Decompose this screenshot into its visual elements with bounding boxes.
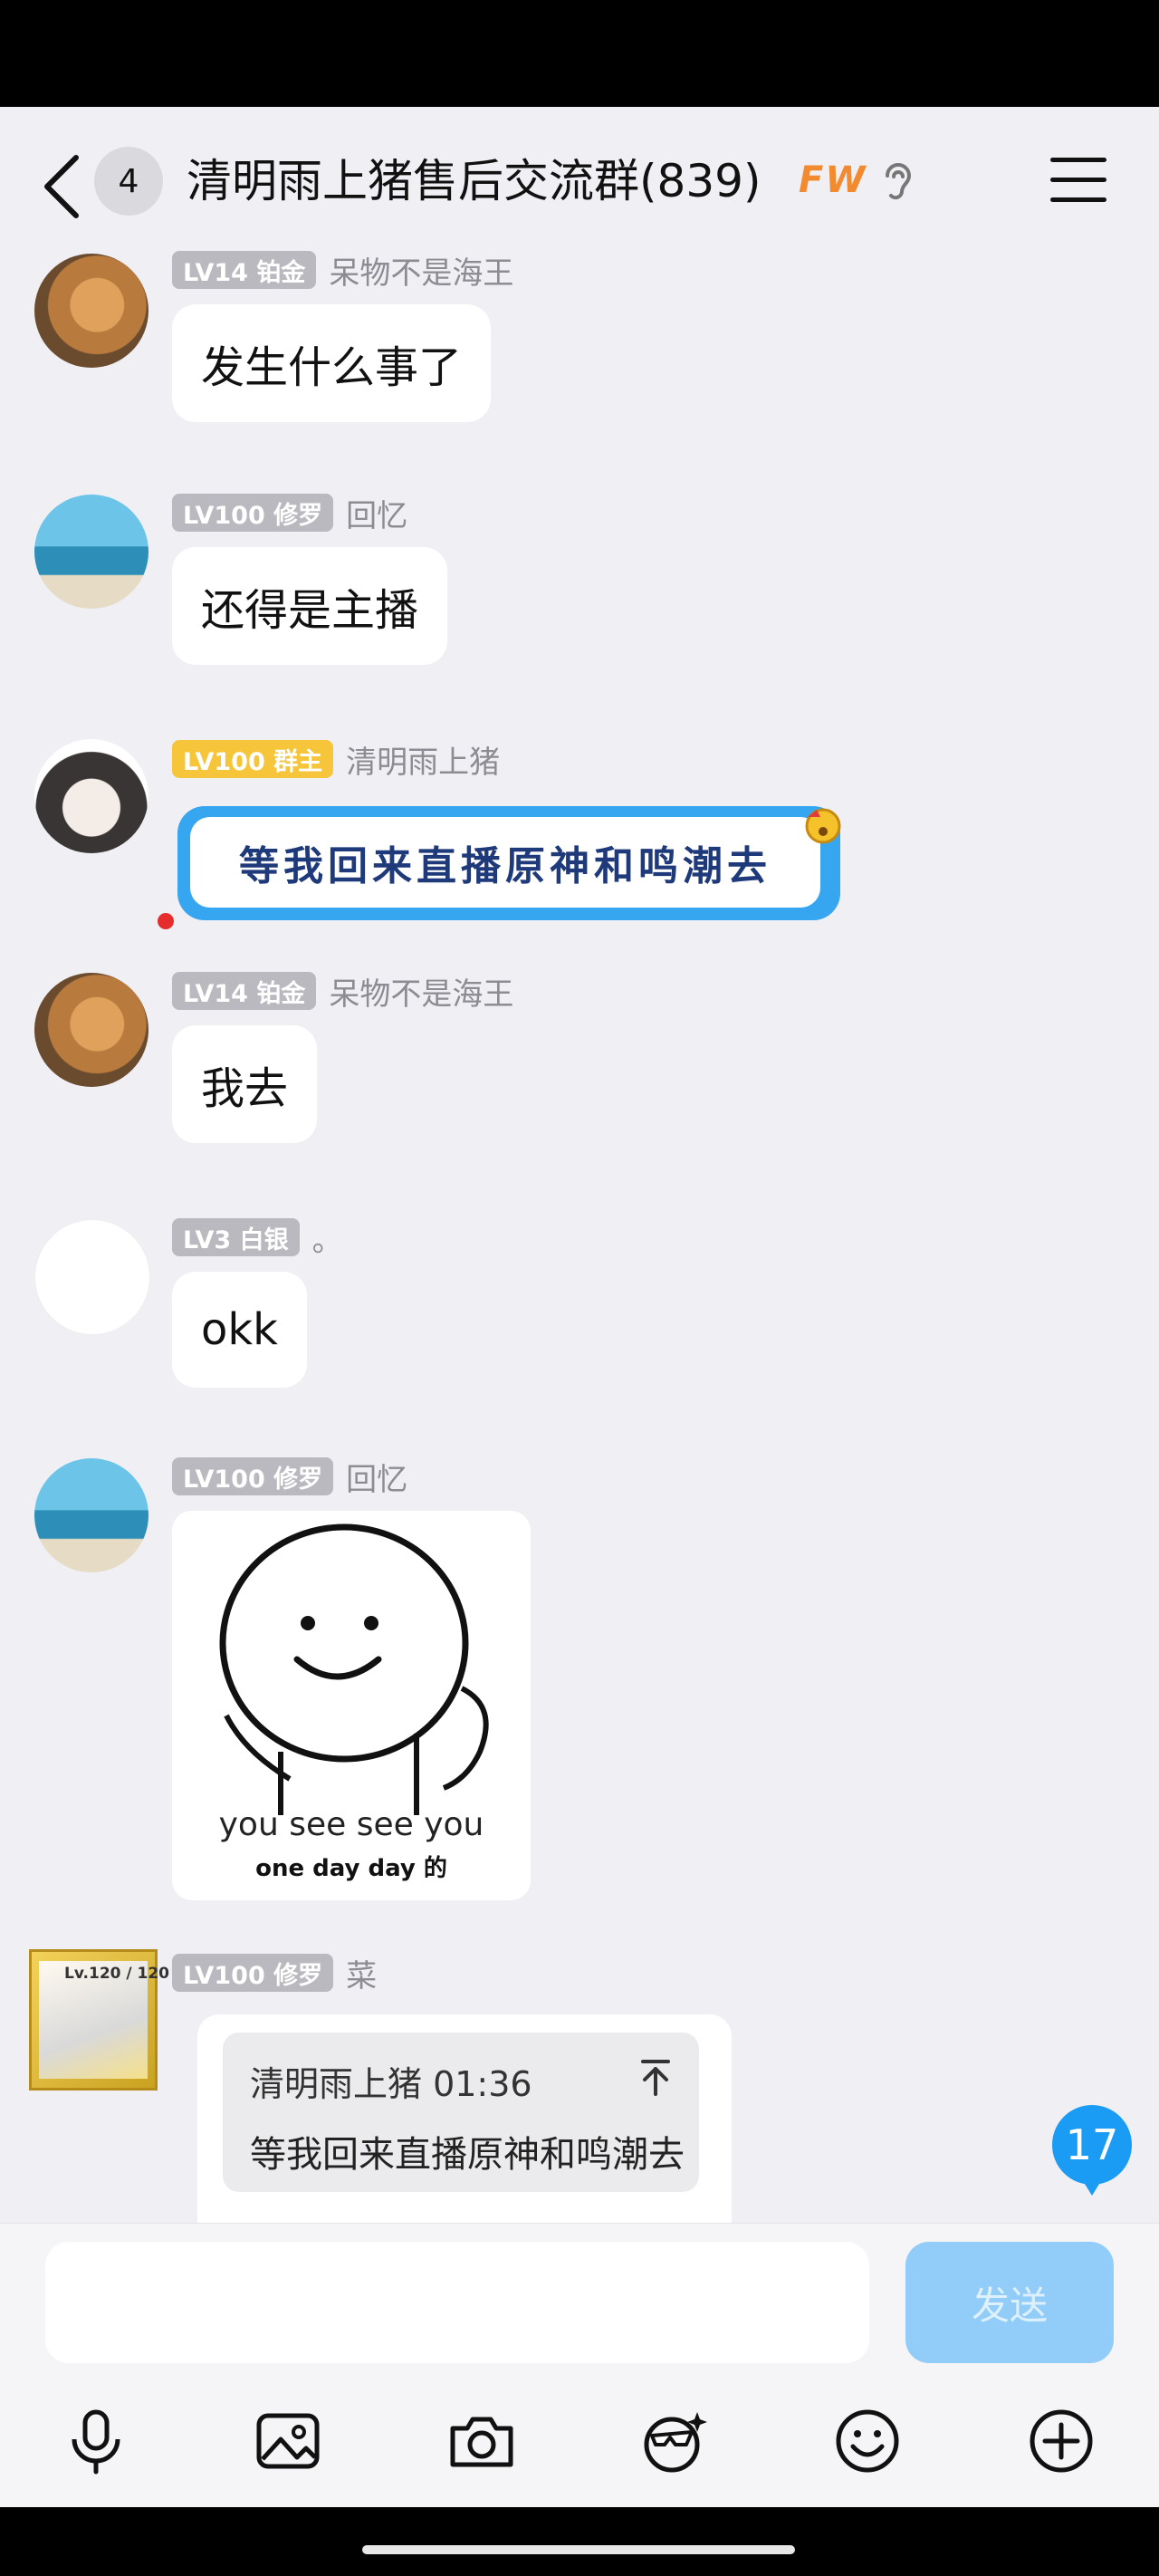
sticker-caption: you see see you bbox=[218, 1806, 484, 1843]
image-icon[interactable] bbox=[252, 2405, 324, 2477]
avatar[interactable]: Lv.120 / 120 bbox=[29, 1949, 169, 2091]
smiley-sticker-icon bbox=[219, 1523, 489, 1815]
level-badge: LV14 铂金 bbox=[172, 972, 317, 1010]
group-tag: FW bbox=[799, 159, 867, 201]
chat-screen: 4 清明雨上猪售后交流群(839) FW LV14 铂金 呆物不是海王 发生什么… bbox=[0, 107, 1159, 2507]
mic-icon[interactable] bbox=[60, 2405, 132, 2477]
send-button[interactable]: 发送 bbox=[905, 2242, 1114, 2363]
sender-name[interactable]: 呆物不是海王 bbox=[329, 969, 513, 1014]
home-indicator[interactable] bbox=[362, 2545, 795, 2554]
sender-meta: LV3 白银 。 bbox=[172, 1216, 343, 1260]
sender-name[interactable]: 回忆 bbox=[346, 491, 407, 535]
quote-author-time: 清明雨上猪 01:36 bbox=[250, 2064, 532, 2104]
quote-text: 等我回来直播原神和鸣潮去 bbox=[250, 2134, 685, 2176]
message-bubble[interactable]: okk bbox=[172, 1272, 307, 1388]
level-badge: LV100 群主 bbox=[172, 740, 334, 778]
avatar[interactable] bbox=[34, 254, 148, 368]
avatar[interactable] bbox=[34, 1458, 148, 1572]
sender-meta: LV100 群主 清明雨上猪 bbox=[172, 737, 500, 782]
avatar[interactable] bbox=[34, 495, 148, 609]
back-arrow-icon[interactable] bbox=[36, 150, 91, 223]
message-bubble[interactable]: 发生什么事了 bbox=[172, 304, 492, 422]
chat-header: 4 清明雨上猪售后交流群(839) FW bbox=[0, 107, 1159, 252]
jump-to-original-icon[interactable] bbox=[637, 2058, 674, 2098]
avatar-level-text: Lv.120 / 120 bbox=[64, 1965, 170, 1983]
level-badge: LV100 修罗 bbox=[172, 494, 334, 532]
sender-name[interactable]: 菜 bbox=[346, 1951, 377, 1995]
avatar[interactable] bbox=[34, 973, 148, 1087]
sticker-icon[interactable] bbox=[637, 2405, 710, 2477]
sender-name[interactable]: 。 bbox=[312, 1216, 343, 1260]
avatar[interactable] bbox=[34, 1219, 150, 1335]
message-bubble[interactable]: 还得是主播 bbox=[172, 547, 448, 665]
sticker-caption-sub: one day day 的 bbox=[255, 1855, 447, 1882]
unread-count-badge[interactable]: 4 bbox=[94, 147, 163, 216]
sender-meta: LV14 铂金 呆物不是海王 bbox=[172, 248, 513, 293]
red-dot-decoration bbox=[158, 913, 174, 929]
avatar[interactable] bbox=[34, 739, 148, 853]
menu-icon[interactable] bbox=[1050, 158, 1106, 207]
sender-meta: LV100 修罗 回忆 bbox=[172, 1455, 407, 1499]
level-badge: LV3 白银 bbox=[172, 1218, 300, 1256]
input-bar: 发送 bbox=[0, 2223, 1159, 2507]
level-badge: LV14 铂金 bbox=[172, 251, 317, 289]
sender-meta: LV100 修罗 菜 bbox=[172, 1951, 377, 1995]
sender-meta: LV100 修罗 回忆 bbox=[172, 491, 407, 535]
message-bubble[interactable]: 我去 bbox=[172, 1025, 318, 1143]
camera-icon[interactable] bbox=[445, 2405, 518, 2477]
sender-meta: LV14 铂金 呆物不是海王 bbox=[172, 969, 513, 1014]
sender-name[interactable]: 清明雨上猪 bbox=[346, 737, 500, 782]
sticker-message[interactable]: you see see you one day day 的 bbox=[172, 1511, 531, 1900]
reply-bubble[interactable]: 清明雨上猪 01:36 等我回来直播原神和鸣潮去 bbox=[197, 2014, 732, 2223]
ear-icon[interactable] bbox=[880, 159, 916, 207]
sender-name[interactable]: 回忆 bbox=[346, 1455, 407, 1499]
message-input[interactable] bbox=[45, 2242, 869, 2363]
quoted-message[interactable]: 清明雨上猪 01:36 等我回来直播原神和鸣潮去 bbox=[223, 2033, 699, 2192]
message-bubble[interactable]: 等我回来直播原神和鸣潮去 bbox=[177, 806, 840, 920]
level-badge: LV100 修罗 bbox=[172, 1457, 334, 1495]
new-messages-badge[interactable]: 17 bbox=[1052, 2105, 1132, 2196]
plus-icon[interactable] bbox=[1025, 2405, 1097, 2477]
message-text: 等我回来直播原神和鸣潮去 bbox=[190, 817, 820, 908]
bell-decoration-icon bbox=[805, 808, 841, 844]
sender-name[interactable]: 呆物不是海王 bbox=[329, 248, 513, 293]
emoji-icon[interactable] bbox=[831, 2405, 904, 2477]
group-title[interactable]: 清明雨上猪售后交流群(839) bbox=[187, 145, 761, 210]
level-badge: LV100 修罗 bbox=[172, 1954, 334, 1992]
